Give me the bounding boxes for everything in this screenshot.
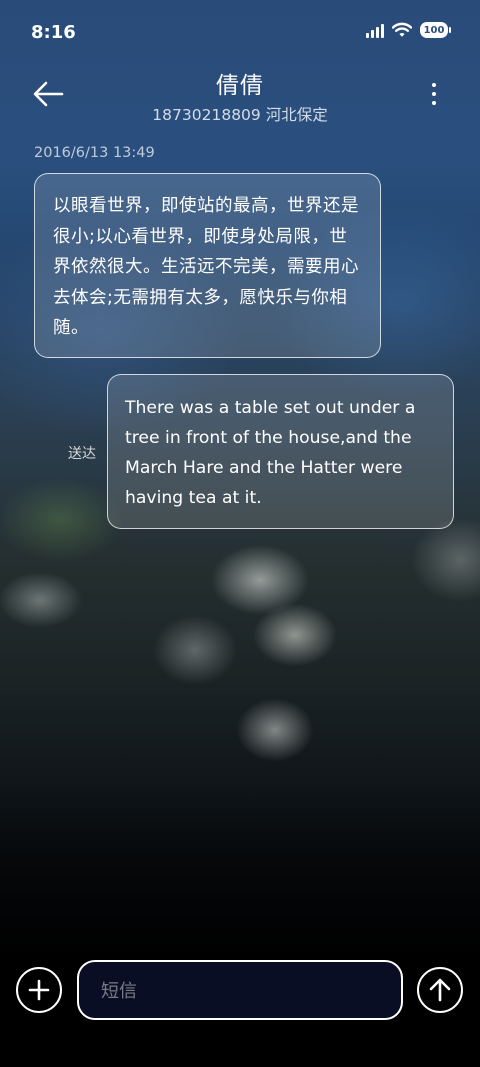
arrow-up-icon xyxy=(429,978,451,1002)
incoming-message-text: 以眼看世界，即使站的最高，世界还是很小;以心看世界，即使身处局限，世界依然很大。… xyxy=(53,196,359,338)
outgoing-message-text: There was a table set out under a tree i… xyxy=(125,398,416,508)
plus-icon xyxy=(28,979,50,1001)
battery-level: 100 xyxy=(423,24,445,36)
status-icons: 100 xyxy=(366,22,451,38)
status-bar: 8:16 100 xyxy=(0,0,480,64)
contact-name: 倩倩 xyxy=(216,73,264,99)
battery-icon: 100 xyxy=(420,22,451,38)
signal-icon xyxy=(366,22,384,38)
wifi-icon xyxy=(392,22,412,37)
more-options-button[interactable] xyxy=(424,78,444,110)
arrow-left-icon xyxy=(33,81,64,107)
message-input-box[interactable] xyxy=(77,960,403,1020)
add-attachment-button[interactable] xyxy=(16,967,62,1013)
send-button[interactable] xyxy=(417,967,463,1013)
incoming-message-bubble[interactable]: 以眼看世界，即使站的最高，世界还是很小;以心看世界，即使身处局限，世界依然很大。… xyxy=(34,173,381,358)
message-timestamp: 2016/6/13 13:49 xyxy=(34,145,155,161)
back-button[interactable] xyxy=(30,78,66,110)
message-input[interactable] xyxy=(99,962,383,1020)
outgoing-message-bubble[interactable]: There was a table set out under a tree i… xyxy=(107,374,454,529)
delivery-status: 送达 xyxy=(68,446,96,462)
contact-phone-location: 18730218809 河北保定 xyxy=(152,106,328,124)
more-vertical-icon xyxy=(432,83,436,87)
status-time: 8:16 xyxy=(31,22,76,43)
conversation-header: 倩倩 18730218809 河北保定 xyxy=(90,66,390,125)
